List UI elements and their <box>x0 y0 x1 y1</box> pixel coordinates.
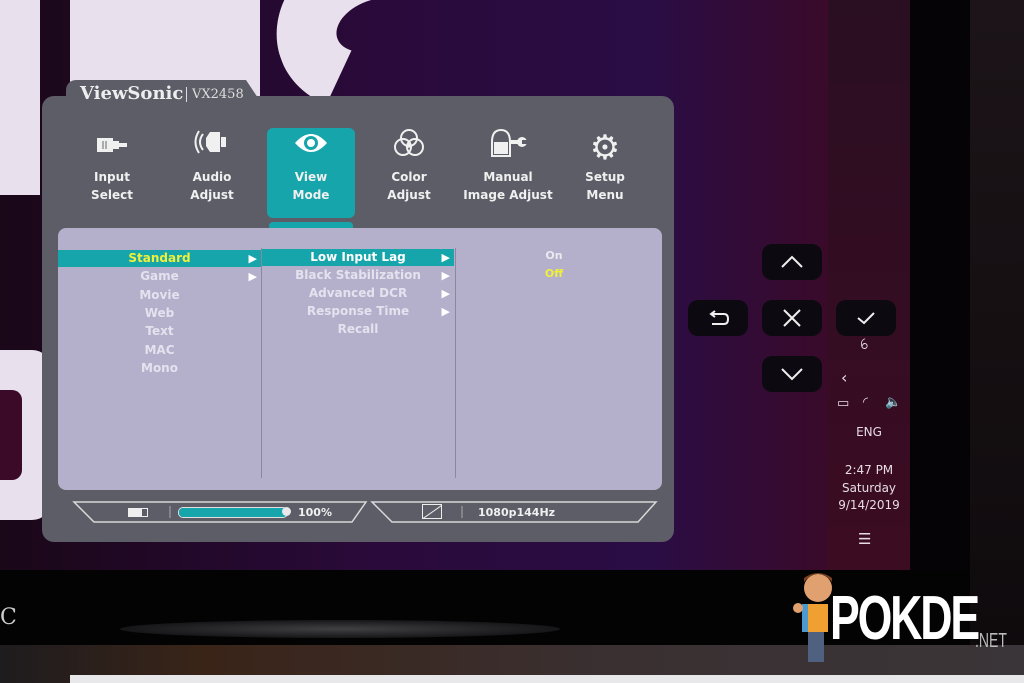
view-mode-text[interactable]: Text <box>58 323 261 340</box>
option-on[interactable]: On <box>456 249 652 262</box>
arrow-right-icon: ▶ <box>441 269 450 282</box>
color-circles-icon <box>365 128 453 168</box>
submenu-recall[interactable]: Recall <box>262 321 454 338</box>
monitor-logo-fragment: C <box>0 605 17 630</box>
level-percent: 100% <box>298 506 332 519</box>
battery-plug-icon[interactable]: ▭ <box>837 396 849 411</box>
submenu-low-input-lag[interactable]: Low Input Lag ▶ <box>262 249 454 266</box>
nav-close-button[interactable] <box>762 300 822 336</box>
arrow-right-icon: ▶ <box>248 270 257 283</box>
level-bar-fill <box>179 508 287 517</box>
osd-status-bar <box>72 501 658 523</box>
bezel-reflection <box>120 620 560 638</box>
arrow-right-icon: ▶ <box>441 251 450 264</box>
nav-up-button[interactable] <box>762 244 822 280</box>
notification-icon[interactable]: ☰ <box>858 530 871 548</box>
menu-audio-adjust[interactable]: Audio Adjust <box>168 128 256 218</box>
checkmark-icon <box>857 312 875 325</box>
return-icon <box>709 310 730 325</box>
chevron-down-icon <box>781 368 803 381</box>
arrow-right-icon: ▶ <box>441 287 450 300</box>
view-mode-web[interactable]: Web <box>58 305 261 322</box>
clock-time[interactable]: 2:47 PM <box>828 463 910 477</box>
submenu-response-time[interactable]: Response Time ▶ <box>262 303 454 320</box>
model-name: VX2458 <box>186 87 244 102</box>
nav-back-button[interactable] <box>688 300 748 336</box>
view-mode-mac[interactable]: MAC <box>58 342 261 359</box>
clock-day[interactable]: Saturday <box>828 481 910 495</box>
battery-icon <box>128 508 148 517</box>
input-connector-icon <box>68 128 156 168</box>
menu-view-mode[interactable]: View Mode <box>267 128 355 218</box>
wallpaper-letter <box>0 0 40 195</box>
people-icon[interactable]: ꕃ <box>860 337 869 353</box>
column-divider <box>455 248 456 478</box>
hand-wrench-icon <box>458 128 558 168</box>
menu-setup-menu[interactable]: ⚙ Setup Menu <box>561 128 649 218</box>
watermark-logo: POKDE <box>830 584 980 653</box>
speaker-icon <box>168 128 256 168</box>
menu-input-select[interactable]: Input Select <box>68 128 156 218</box>
language-indicator[interactable]: ENG <box>828 425 910 439</box>
eye-icon <box>267 128 355 168</box>
view-mode-movie[interactable]: Movie <box>58 287 261 304</box>
resolution-label: 1080p144Hz <box>478 506 556 519</box>
view-mode-game[interactable]: Game ▶ <box>58 268 261 285</box>
nav-confirm-button[interactable] <box>836 300 896 336</box>
close-icon <box>783 309 801 327</box>
watermark-suffix: .NET <box>975 630 1007 652</box>
level-bar <box>178 507 288 518</box>
level-bar-knob <box>282 507 291 516</box>
menu-color-adjust[interactable]: Color Adjust <box>365 128 453 218</box>
clock-date[interactable]: 9/14/2019 <box>828 498 910 512</box>
chevron-up-icon <box>781 255 803 268</box>
option-off-selected[interactable]: Off <box>456 267 652 280</box>
nav-down-button[interactable] <box>762 356 822 392</box>
volume-icon[interactable]: 🔈 <box>885 395 901 410</box>
desk-surface <box>70 675 1024 683</box>
submenu-black-stabilization[interactable]: Black Stabilization ▶ <box>262 267 454 284</box>
monitor-bezel-right <box>910 0 970 600</box>
gear-icon: ⚙ <box>589 128 621 168</box>
brand-logo: ViewSonic <box>80 83 184 104</box>
wifi-icon[interactable]: ◜ <box>863 395 868 410</box>
view-mode-mono[interactable]: Mono <box>58 360 261 377</box>
menu-manual-image-adjust[interactable]: Manual Image Adjust <box>458 128 558 218</box>
submenu-advanced-dcr[interactable]: Advanced DCR ▶ <box>262 285 454 302</box>
aspect-ratio-icon <box>422 504 442 519</box>
chevron-left-icon[interactable]: ‹ <box>841 368 847 387</box>
background-wall <box>968 0 1024 683</box>
arrow-right-icon: ▶ <box>441 305 450 318</box>
view-mode-standard[interactable]: Standard ▶ <box>58 250 261 267</box>
arrow-right-icon: ▶ <box>248 252 257 265</box>
